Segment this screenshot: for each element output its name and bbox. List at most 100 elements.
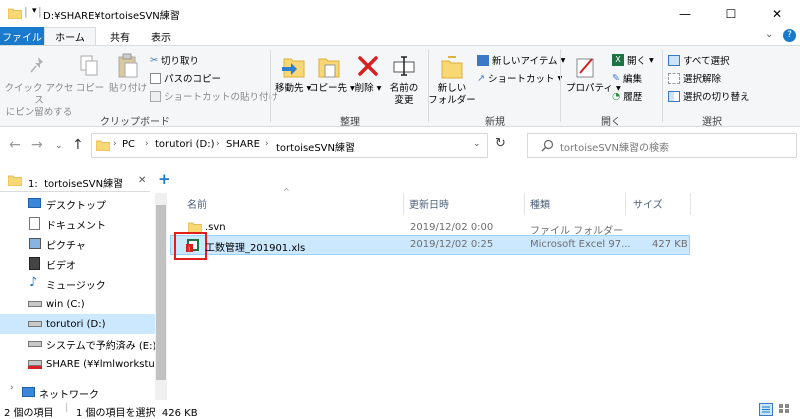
title-separator: | <box>38 5 42 18</box>
file-type: Microsoft Excel 97... <box>530 239 631 250</box>
minimize-button[interactable]: — <box>662 0 708 27</box>
new-item-button[interactable]: 新しいアイテム ▾ <box>477 53 565 67</box>
sidebar-item-documents[interactable]: ドキュメント <box>0 214 155 234</box>
tab-share[interactable]: 共有 <box>104 27 136 45</box>
sidebar-item-drive-c[interactable]: win (C:) <box>0 294 155 314</box>
details-view-icon <box>762 406 770 413</box>
column-separator[interactable] <box>690 193 691 215</box>
large-icons-view-button[interactable] <box>778 403 792 416</box>
sidebar-item-label: torutori (D:) <box>46 318 106 330</box>
column-separator[interactable] <box>524 193 525 215</box>
select-all-icon <box>668 54 680 66</box>
status-separator: | <box>65 402 69 413</box>
pin-quick-access-button[interactable]: クイック アクセス にピン留めする <box>4 83 74 119</box>
shortcut-icon: ↗ <box>477 72 485 84</box>
file-name: 工数管理_201901.xls <box>205 243 306 254</box>
close-button[interactable]: ✕ <box>754 0 800 27</box>
edit-button[interactable]: ✎ 編集 <box>612 71 642 86</box>
delete-button[interactable]: 削除 ▾ <box>352 83 384 95</box>
open-button[interactable]: X 開く ▾ <box>612 53 654 67</box>
sidebar-item-videos[interactable]: ビデオ <box>0 254 155 274</box>
new-item-label: 新しいアイテム <box>492 56 558 67</box>
copy-button[interactable]: コピー <box>75 83 105 95</box>
details-view-button[interactable] <box>759 403 773 416</box>
group-separator <box>560 50 561 122</box>
new-item-icon <box>477 54 489 66</box>
paste-button[interactable]: 貼り付け <box>108 83 148 95</box>
breadcrumb-current-folder[interactable]: tortoiseSVN練習 <box>276 139 355 154</box>
sidebar-item-drive-e[interactable]: システムで予約済み (E:) <box>0 334 157 354</box>
select-none-button[interactable]: 選択解除 <box>668 71 721 85</box>
refresh-icon[interactable]: ↻ <box>495 136 506 151</box>
tab-home[interactable]: ホーム <box>44 27 96 45</box>
breadcrumb-pc[interactable]: PC <box>122 139 135 150</box>
maximize-button[interactable]: ☐ <box>708 0 754 27</box>
search-input[interactable]: tortoiseSVN練習の検索 <box>560 139 669 154</box>
history-label: 履歴 <box>623 92 643 103</box>
invert-selection-label: 選択の切り替え <box>683 92 750 103</box>
recent-chevron-down-icon[interactable]: ⌄ <box>55 141 63 151</box>
sort-caret-icon: ^ <box>283 187 290 196</box>
quick-access-dropdown[interactable]: ▾ <box>32 6 37 16</box>
new-folder-icon <box>441 56 463 79</box>
file-name: .svn <box>205 222 226 233</box>
copy-to-button[interactable]: コピー先 ▾ <box>309 83 355 95</box>
sidebar-item-music[interactable]: ♪ ミュージック <box>0 274 155 294</box>
select-all-button[interactable]: すべて選択 <box>668 53 729 67</box>
select-none-label: 選択解除 <box>683 74 722 85</box>
tab-view[interactable]: 表示 <box>144 27 178 45</box>
invert-selection-button[interactable]: 選択の切り替え <box>668 89 750 103</box>
shortcut-button[interactable]: ↗ ショートカット ▾ <box>477 71 562 86</box>
quick-access-tab-label: 1: tortoiseSVN練習 <box>28 179 124 190</box>
sidebar-item-share[interactable]: SHARE (¥¥lmlworkstud) <box>0 354 165 374</box>
select-none-icon <box>668 72 680 84</box>
address-dropdown-chevron-icon[interactable]: ⌄ <box>473 139 481 149</box>
breadcrumb-share[interactable]: SHARE <box>226 139 260 150</box>
paste-shortcut-button[interactable]: ショートカットの貼り付け <box>150 89 278 103</box>
forward-arrow-icon[interactable]: → <box>31 137 43 153</box>
ribbon-expand-button[interactable]: ⌄ <box>765 29 773 40</box>
sidebar-item-label: ピクチャ <box>46 240 86 252</box>
column-separator[interactable] <box>403 193 404 215</box>
column-header-size[interactable]: サイズ <box>633 196 663 211</box>
breadcrumb-chevron-icon[interactable]: › <box>113 139 117 149</box>
breadcrumb-chevron-icon[interactable]: › <box>216 139 220 149</box>
column-header-type[interactable]: 種類 <box>530 196 550 211</box>
select-all-label: すべて選択 <box>683 56 730 67</box>
breadcrumb-drive[interactable]: torutori (D:) <box>155 139 214 150</box>
sidebar-item-pictures[interactable]: ピクチャ <box>0 234 155 254</box>
copy-path-button[interactable]: パスのコピー <box>150 71 221 85</box>
column-header-name[interactable]: 名前 <box>187 196 207 211</box>
sidebar-item-label: win (C:) <box>46 298 85 310</box>
new-folder-button[interactable]: 新しい フォルダー <box>428 83 476 107</box>
breadcrumb-chevron-icon[interactable]: › <box>145 139 149 149</box>
sidebar-item-label: システムで予約済み (E:) <box>46 340 157 352</box>
drive-icon <box>28 341 42 347</box>
sidebar-scrollbar-thumb[interactable] <box>156 205 166 380</box>
history-button[interactable]: ◔ 履歴 <box>612 89 643 104</box>
folder-icon <box>8 8 22 19</box>
tab-file[interactable]: ファイル <box>0 27 44 45</box>
file-modified: 2019/12/02 0:25 <box>410 239 494 250</box>
expand-chevron-icon[interactable]: › <box>10 383 14 393</box>
help-button[interactable]: ? <box>783 29 796 42</box>
rename-icon <box>393 56 415 76</box>
sidebar-item-drive-d[interactable]: torutori (D:) <box>0 314 155 334</box>
up-arrow-icon[interactable]: ↑ <box>72 137 84 153</box>
copy-to-icon <box>318 58 340 78</box>
close-tab-icon[interactable]: ✕ <box>138 175 146 186</box>
copy-icon <box>80 55 98 76</box>
cut-button[interactable]: ✂ 切り取り <box>150 53 199 68</box>
column-header-modified[interactable]: 更新日時 <box>409 196 449 211</box>
file-size: 427 KB <box>652 239 688 250</box>
rename-button[interactable]: 名前の 変更 <box>385 83 423 107</box>
sidebar-item-desktop[interactable]: デスクトップ <box>0 194 155 214</box>
breadcrumb-chevron-icon[interactable]: › <box>265 139 269 149</box>
move-to-button[interactable]: 移動先 ▾ <box>275 83 311 95</box>
back-arrow-icon[interactable]: ← <box>9 137 21 153</box>
edit-pencil-icon: ✎ <box>612 72 620 84</box>
column-separator[interactable] <box>625 193 626 215</box>
properties-button[interactable]: プロパティ ▾ <box>566 83 621 95</box>
sidebar-item-label: ミュージック <box>46 280 106 292</box>
add-tab-button[interactable]: + <box>158 170 171 188</box>
